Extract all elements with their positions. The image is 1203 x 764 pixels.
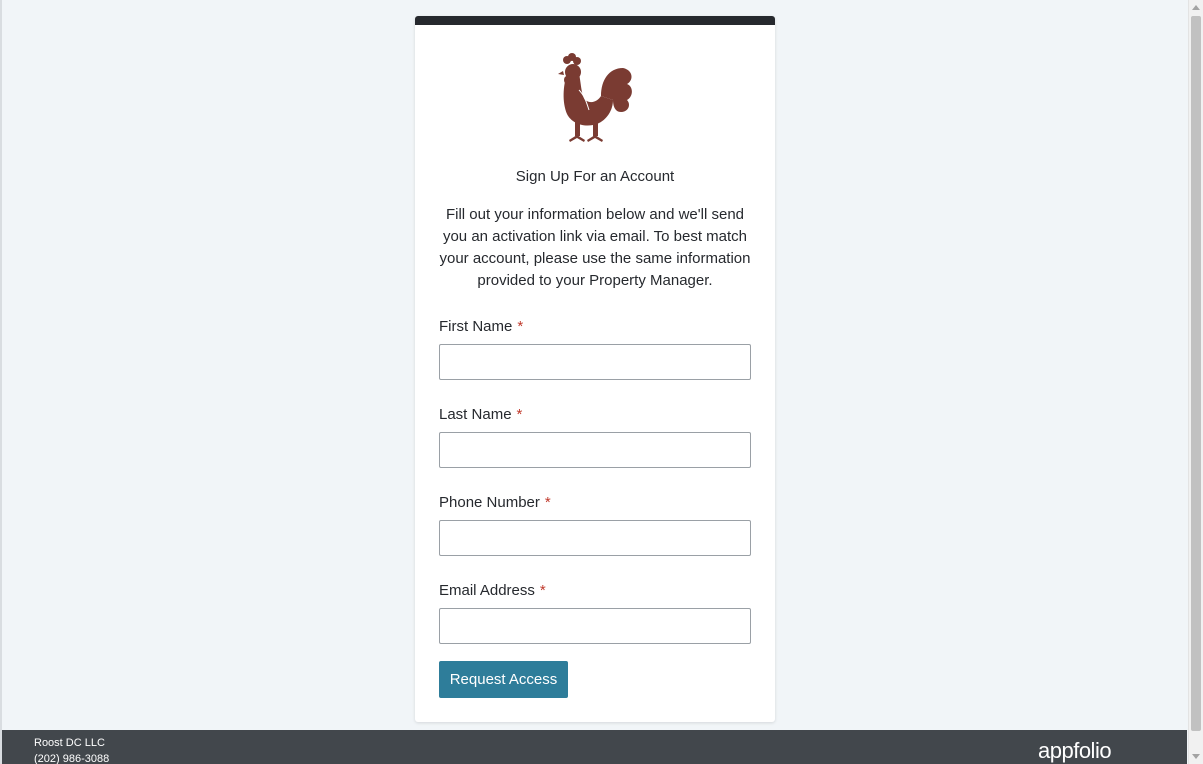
footer-company: Roost DC LLC bbox=[34, 737, 105, 749]
email-address-label: Email Address * bbox=[439, 582, 546, 599]
scrollbar-thumb[interactable] bbox=[1191, 16, 1201, 731]
request-access-button[interactable]: Request Access bbox=[439, 661, 568, 698]
first-name-label: First Name * bbox=[439, 318, 523, 335]
last-name-label-text: Last Name bbox=[439, 406, 512, 423]
required-marker: * bbox=[539, 582, 546, 599]
scroll-down-arrow-icon[interactable] bbox=[1192, 754, 1200, 759]
last-name-input[interactable] bbox=[439, 432, 751, 468]
appfolio-logo: appfolio bbox=[1038, 738, 1112, 763]
left-edge bbox=[0, 0, 2, 764]
page-title: Sign Up For an Account bbox=[515, 168, 675, 185]
rooster-icon bbox=[558, 53, 632, 142]
signup-card: Sign Up For an Account Fill out your inf… bbox=[415, 16, 775, 722]
required-marker: * bbox=[516, 406, 523, 423]
intro-text: Fill out your information below and we'l… bbox=[439, 206, 751, 289]
first-name-input[interactable] bbox=[439, 344, 751, 380]
required-marker: * bbox=[517, 318, 524, 335]
footer-phone: (202) 986-3088 bbox=[34, 753, 110, 764]
phone-number-label-text: Phone Number bbox=[439, 494, 540, 511]
last-name-label: Last Name * bbox=[439, 406, 522, 423]
card-top-bar bbox=[415, 16, 775, 25]
email-address-label-text: Email Address bbox=[439, 582, 535, 599]
footer: Roost DC LLC (202) 986-3088 appfolio bbox=[2, 730, 1187, 764]
first-name-label-text: First Name bbox=[439, 318, 513, 335]
vertical-scrollbar[interactable] bbox=[1188, 0, 1203, 764]
scroll-up-arrow-icon[interactable] bbox=[1192, 5, 1200, 10]
required-marker: * bbox=[544, 494, 551, 511]
phone-number-input[interactable] bbox=[439, 520, 751, 556]
email-address-input[interactable] bbox=[439, 608, 751, 644]
phone-number-label: Phone Number * bbox=[439, 494, 551, 511]
